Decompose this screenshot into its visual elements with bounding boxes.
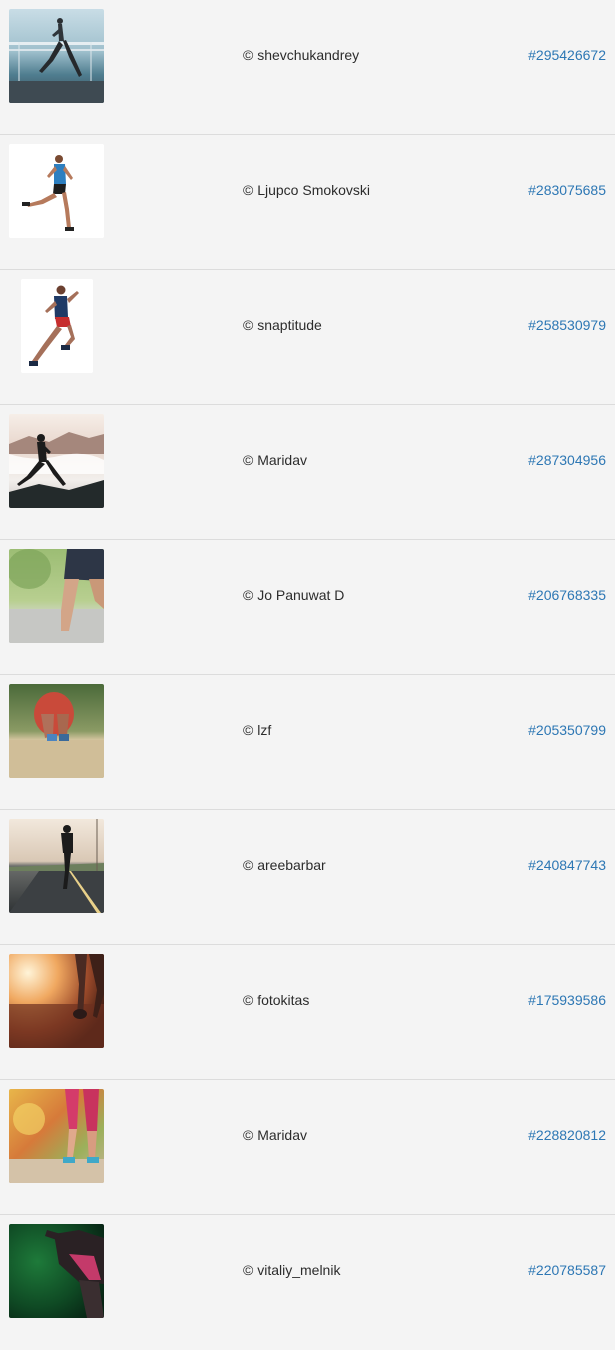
athlete-dark-green-thumbnail[interactable]: [9, 1224, 104, 1318]
sprinter-white-background-thumbnail[interactable]: [21, 279, 93, 373]
list-item: © areebarbar #240847743: [0, 810, 615, 945]
asset-id-link[interactable]: #175939586: [528, 992, 606, 1008]
runner-on-road-thumbnail[interactable]: [9, 819, 104, 913]
list-item: © fotokitas #175939586: [0, 945, 615, 1080]
runner-white-background-thumbnail[interactable]: [9, 144, 104, 238]
asset-id-link[interactable]: #220785587: [528, 1262, 606, 1278]
runner-autumn-thumbnail[interactable]: [9, 1089, 104, 1183]
photo-credit: © lzf: [243, 722, 272, 738]
list-item: © vitaliy_melnik #220785587: [0, 1215, 615, 1350]
photo-credit: © shevchukandrey: [243, 47, 360, 63]
runner-silhouette-mountains-thumbnail[interactable]: [9, 414, 104, 508]
photo-credit: © Jo Panuwat D: [243, 587, 345, 603]
runner-legs-sunset-thumbnail[interactable]: [9, 954, 104, 1048]
runner-shoes-road-thumbnail[interactable]: [9, 684, 104, 778]
asset-id-link[interactable]: #240847743: [528, 857, 606, 873]
asset-id-link[interactable]: #295426672: [528, 47, 606, 63]
runner-on-bridge-thumbnail[interactable]: [9, 9, 104, 103]
asset-id-link[interactable]: #205350799: [528, 722, 606, 738]
list-item: © shevchukandrey #295426672: [0, 0, 615, 135]
asset-id-link[interactable]: #258530979: [528, 317, 606, 333]
asset-id-link[interactable]: #206768335: [528, 587, 606, 603]
photo-credit: © Maridav: [243, 452, 307, 468]
stock-image-list: © shevchukandrey #295426672 © Ljupco Smo…: [0, 0, 615, 1350]
photo-credit: © snaptitude: [243, 317, 322, 333]
asset-id-link[interactable]: #283075685: [528, 182, 606, 198]
photo-credit: © areebarbar: [243, 857, 326, 873]
list-item: © Maridav #228820812: [0, 1080, 615, 1215]
list-item: © Jo Panuwat D #206768335: [0, 540, 615, 675]
photo-credit: © Maridav: [243, 1127, 307, 1143]
list-item: © snaptitude #258530979: [0, 270, 615, 405]
photo-credit: © vitaliy_melnik: [243, 1262, 341, 1278]
asset-id-link[interactable]: #287304956: [528, 452, 606, 468]
asset-id-link[interactable]: #228820812: [528, 1127, 606, 1143]
list-item: © Maridav #287304956: [0, 405, 615, 540]
photo-credit: © Ljupco Smokovski: [243, 182, 371, 198]
list-item: © Ljupco Smokovski #283075685: [0, 135, 615, 270]
list-item: © lzf #205350799: [0, 675, 615, 810]
photo-credit: © fotokitas: [243, 992, 310, 1008]
runner-legs-park-thumbnail[interactable]: [9, 549, 104, 643]
